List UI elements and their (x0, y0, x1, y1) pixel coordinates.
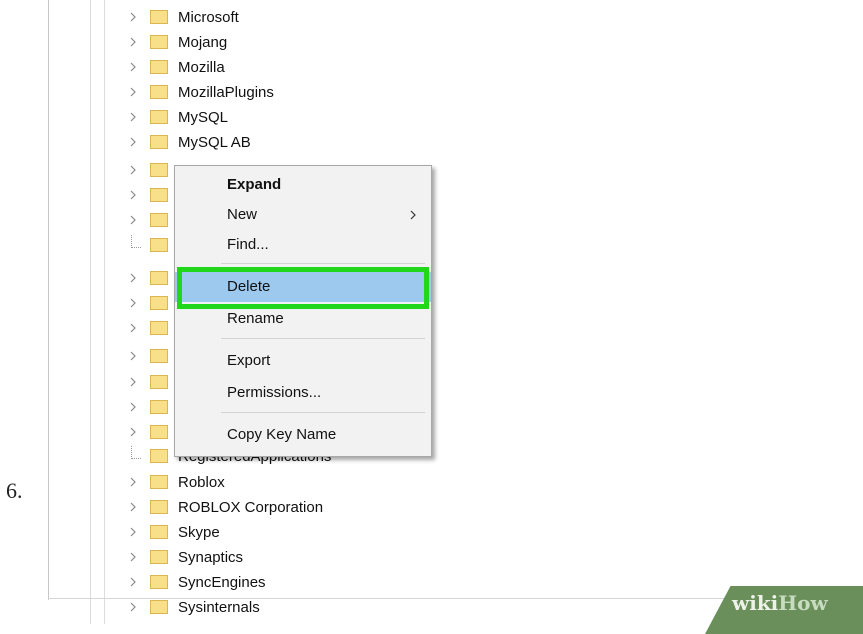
tree-guide-line (90, 0, 91, 624)
folder-icon (150, 525, 168, 539)
chevron-right-icon[interactable] (128, 86, 138, 98)
tree-item-label: Roblox (178, 474, 225, 491)
folder-icon (150, 321, 168, 335)
menu-item-label: Find... (227, 236, 269, 253)
submenu-arrow-icon (409, 208, 417, 226)
menu-item-new[interactable]: New (175, 200, 431, 230)
chevron-right-icon[interactable] (128, 501, 138, 513)
chevron-right-icon[interactable] (128, 297, 138, 309)
tree-item-label: MySQL (178, 109, 229, 126)
context-menu: Expand New Find... Delete Rename Export … (174, 165, 432, 457)
wikihow-watermark: wikiHow (732, 591, 828, 615)
watermark-wiki-text: wiki (732, 591, 779, 615)
folder-icon (150, 600, 168, 614)
menu-item-permissions[interactable]: Permissions... (175, 378, 431, 408)
chevron-right-icon[interactable] (128, 214, 138, 226)
chevron-right-icon[interactable] (128, 601, 138, 613)
folder-icon (150, 475, 168, 489)
folder-icon (150, 35, 168, 49)
tree-item-label: Synaptics (178, 549, 244, 566)
tree-item-label: Sysinternals (178, 599, 260, 616)
menu-item-expand[interactable]: Expand (175, 170, 431, 200)
folder-icon (150, 575, 168, 589)
menu-separator (221, 263, 425, 264)
chevron-right-icon[interactable] (128, 111, 138, 123)
folder-icon (150, 213, 168, 227)
tree-item-label: Mojang (178, 34, 228, 51)
tree-item-label: Mozilla (178, 59, 225, 76)
menu-item-label: Permissions... (227, 384, 322, 401)
registry-editor-screenshot: Microsoft Mojang Mozilla MozillaPlugins … (48, 0, 863, 624)
menu-separator (221, 338, 425, 339)
chevron-right-icon[interactable] (128, 576, 138, 588)
tree-item-label: MySQL AB (178, 134, 251, 151)
chevron-right-icon[interactable] (128, 164, 138, 176)
menu-item-rename[interactable]: Rename (175, 304, 431, 334)
tree-item-label: Microsoft (178, 9, 239, 26)
watermark-how-text: How (778, 591, 828, 615)
folder-icon (150, 550, 168, 564)
menu-item-label: Expand (227, 176, 282, 193)
chevron-right-icon[interactable] (128, 350, 138, 362)
tree-connector-icon (131, 235, 141, 248)
chevron-right-icon[interactable] (128, 526, 138, 538)
tree-item-label: ROBLOX Corporation (178, 499, 324, 516)
folder-icon (150, 10, 168, 24)
tree-item-label: MozillaPlugins (178, 84, 274, 101)
folder-icon (150, 400, 168, 414)
chevron-right-icon[interactable] (128, 11, 138, 23)
chevron-right-icon[interactable] (128, 476, 138, 488)
chevron-right-icon[interactable] (128, 272, 138, 284)
chevron-right-icon[interactable] (128, 322, 138, 334)
highlight-outline (177, 267, 429, 309)
folder-icon (150, 500, 168, 514)
chevron-right-icon[interactable] (128, 401, 138, 413)
folder-icon (150, 188, 168, 202)
folder-icon (150, 163, 168, 177)
chevron-right-icon[interactable] (128, 426, 138, 438)
tree-connector-icon (131, 446, 141, 459)
chevron-right-icon[interactable] (128, 551, 138, 563)
folder-icon (150, 60, 168, 74)
tree-item-label: Skype (178, 524, 220, 541)
folder-icon (150, 425, 168, 439)
folder-icon (150, 271, 168, 285)
menu-item-label: Export (227, 352, 271, 369)
folder-icon (150, 238, 168, 252)
folder-icon (150, 110, 168, 124)
menu-item-copy-key-name[interactable]: Copy Key Name (175, 420, 431, 450)
folder-icon (150, 449, 168, 463)
chevron-right-icon[interactable] (128, 189, 138, 201)
chevron-right-icon[interactable] (128, 61, 138, 73)
menu-item-label: Copy Key Name (227, 426, 337, 443)
folder-icon (150, 296, 168, 310)
tree-guide-line (104, 0, 105, 624)
menu-item-export[interactable]: Export (175, 346, 431, 376)
menu-item-label: Rename (227, 310, 284, 327)
tree-item-label: SyncEngines (178, 574, 266, 591)
menu-separator (221, 412, 425, 413)
window-edge (48, 0, 49, 600)
chevron-right-icon[interactable] (128, 36, 138, 48)
chevron-right-icon[interactable] (128, 136, 138, 148)
menu-item-label: New (227, 206, 258, 223)
folder-icon (150, 349, 168, 363)
folder-icon (150, 135, 168, 149)
step-number: 6. (6, 478, 23, 503)
menu-item-find[interactable]: Find... (175, 230, 431, 260)
chevron-right-icon[interactable] (128, 376, 138, 388)
folder-icon (150, 375, 168, 389)
folder-icon (150, 85, 168, 99)
